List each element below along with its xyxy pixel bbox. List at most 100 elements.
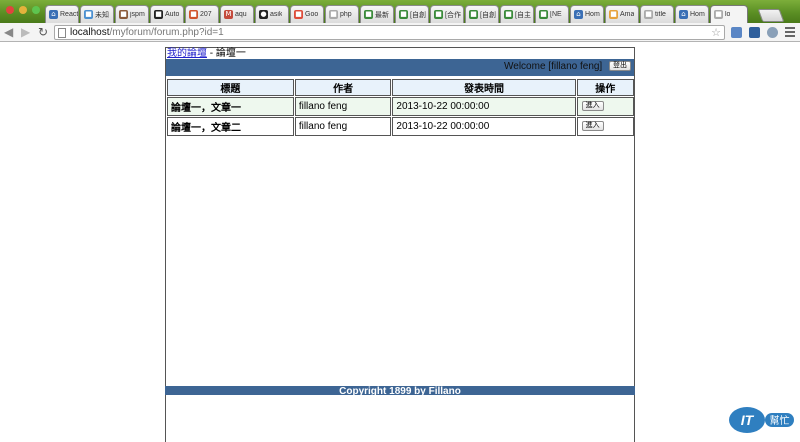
post-time: 2013-10-22 00:00:00 [392, 97, 576, 116]
breadcrumb-separator: - [207, 48, 216, 59]
welcome-bar: Welcome [fillano feng] 登出 [166, 59, 634, 76]
post-time: 2013-10-22 00:00:00 [392, 117, 576, 136]
reload-icon[interactable]: ↻ [38, 26, 48, 39]
table-row: 論壇一，文章一 fillano feng 2013-10-22 00:00:00… [167, 97, 634, 116]
browser-tab-label: asik [270, 11, 283, 18]
browser-tab-label: 未知 [95, 11, 109, 19]
minimize-window-icon[interactable] [19, 6, 27, 14]
browser-tab-label: Goo [305, 11, 319, 18]
extension-icon[interactable] [749, 27, 760, 38]
browser-tab[interactable]: ⌂ Hom [675, 5, 709, 23]
browser-tab-label: 最新 [375, 11, 389, 19]
post-author: fillano feng [294, 97, 392, 116]
browser-tab-label: Auto [165, 11, 180, 18]
column-header-title: 標題 [167, 79, 294, 96]
mail-icon: M [224, 10, 233, 19]
doc-icon: ■ [469, 10, 478, 19]
breadcrumb-current: 論壇一 [215, 48, 246, 59]
extension-icon[interactable] [731, 27, 742, 38]
doc-icon: ■ [154, 10, 163, 19]
doc-icon: ■ [189, 10, 198, 19]
browser-tab-label: [自創 [410, 11, 426, 19]
menu-icon[interactable] [785, 27, 795, 39]
browser-tab[interactable]: ■ [自主 [500, 5, 534, 23]
forward-arrow-icon[interactable]: ▶ [21, 26, 30, 39]
doc-icon: ■ [504, 10, 513, 19]
url-host: localhost [70, 27, 110, 38]
home-icon: ⌂ [679, 10, 688, 19]
action-cell: 進入 [576, 117, 634, 136]
enter-button[interactable]: 進入 [581, 121, 604, 132]
browser-tab[interactable]: ■ [自創 [465, 5, 499, 23]
doc-icon: ■ [399, 10, 408, 19]
back-arrow-icon[interactable]: ◀ [4, 26, 13, 39]
browser-tab[interactable]: ■ [NE [535, 5, 569, 23]
browser-tab-bar: ⌂ React ■ 未知 ■ jspm ■ Auto ■ 207 Maqu ● asik ■ Goo ■ php… [0, 0, 800, 23]
browser-tab[interactable]: ■ Auto [150, 5, 184, 23]
browser-tab[interactable]: ⌂ Hom [570, 5, 604, 23]
browser-tab[interactable]: ■ jspm [115, 5, 149, 23]
browser-tab[interactable]: ■ [合作 [430, 5, 464, 23]
doc-icon: ■ [539, 10, 548, 19]
browser-tab-label: [自創 [480, 11, 496, 19]
browser-tab-label: aqu [235, 11, 247, 18]
browser-tab[interactable]: ⌂ React [45, 5, 79, 23]
post-title: 論壇一，文章二 [167, 117, 294, 136]
browser-tab-label: Hom [585, 11, 600, 18]
browser-tab[interactable]: ■ [自創 [395, 5, 429, 23]
home-icon: ⌂ [49, 10, 58, 19]
new-tab-button[interactable] [757, 9, 785, 22]
browser-tab[interactable]: ■ Ama [605, 5, 639, 23]
browser-tab-label: [NE [550, 11, 562, 18]
table-header-row: 標題 作者 發表時間 操作 [167, 79, 634, 96]
doc-icon: ■ [434, 10, 443, 19]
browser-tab[interactable]: ■ lo [710, 5, 748, 23]
welcome-text: Welcome [fillano feng] [504, 61, 603, 72]
browser-tab[interactable]: ■ php [325, 5, 359, 23]
browser-tab-label: Ama [620, 11, 635, 18]
watermark-text-sub: 幫忙 [770, 414, 790, 427]
extension-icon[interactable] [767, 27, 778, 38]
doc-icon: ■ [329, 10, 338, 19]
doc-icon: ■ [119, 10, 128, 19]
enter-button[interactable]: 進入 [581, 101, 604, 112]
address-bar[interactable]: localhost/myforum/forum.php?id=1 ☆ [54, 25, 725, 40]
browser-tab[interactable]: ■ Goo [290, 5, 324, 23]
url-path: /myforum/forum.php?id=1 [109, 27, 224, 38]
post-author: fillano feng [294, 117, 392, 136]
close-window-icon[interactable] [6, 6, 14, 14]
browser-tab[interactable]: ■ 最新 [360, 5, 394, 23]
browser-tab[interactable]: Maqu [220, 5, 254, 23]
column-header-action: 操作 [576, 79, 634, 96]
doc-icon: ■ [714, 10, 723, 19]
browser-tab-label: php [340, 11, 352, 18]
page-icon [58, 28, 66, 38]
logout-button[interactable]: 登出 [609, 61, 631, 72]
doc-icon: ■ [84, 10, 93, 19]
home-icon: ⌂ [574, 10, 583, 19]
page-viewport: 我的論壇 - 論壇一 Welcome [fillano feng] 登出 標題 … [0, 43, 800, 442]
breadcrumb-home-link[interactable]: 我的論壇 [167, 48, 207, 59]
browser-tab[interactable]: ● asik [255, 5, 289, 23]
column-header-author: 作者 [294, 79, 392, 96]
footer: Copyright 1899 by Fillano [165, 386, 635, 395]
maximize-window-icon[interactable] [32, 6, 40, 14]
tab-strip: ⌂ React ■ 未知 ■ jspm ■ Auto ■ 207 Maqu ● asik ■ Goo ■ php… [45, 5, 760, 23]
watermark-text-main: IT [741, 412, 755, 428]
browser-tab-label: Hom [690, 11, 705, 18]
doc-icon: ■ [294, 10, 303, 19]
action-cell: 進入 [576, 97, 634, 116]
post-title: 論壇一，文章一 [167, 97, 294, 116]
browser-tab-label: React [60, 11, 78, 18]
post-table: 標題 作者 發表時間 操作 論壇一，文章一 fillano feng 2013-… [166, 78, 635, 137]
browser-tab[interactable]: ■ 未知 [80, 5, 114, 23]
browser-tab[interactable]: ■ 207 [185, 5, 219, 23]
doc-icon: ■ [364, 10, 373, 19]
doc-icon: ■ [644, 10, 653, 19]
browser-toolbar: ◀ ▶ ↻ localhost/myforum/forum.php?id=1 ☆ [0, 23, 800, 42]
github-icon: ● [259, 10, 268, 19]
breadcrumb: 我的論壇 - 論壇一 [166, 48, 634, 59]
bookmark-star-icon[interactable]: ☆ [711, 26, 721, 39]
browser-tab-label: [自主 [515, 11, 531, 19]
browser-tab[interactable]: ■ title [640, 5, 674, 23]
